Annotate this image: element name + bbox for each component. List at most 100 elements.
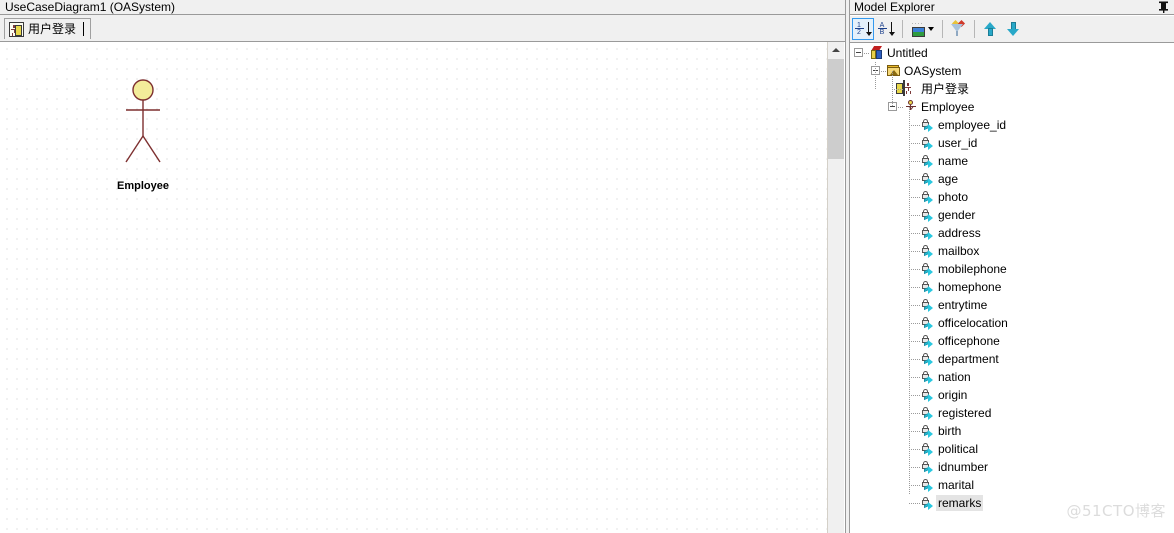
tree-node-icon bbox=[920, 189, 936, 205]
tree-node-label: nation bbox=[938, 370, 971, 384]
arrow-down-icon bbox=[1006, 21, 1020, 37]
tree-guide-line bbox=[909, 449, 920, 450]
chevron-down-icon[interactable] bbox=[927, 27, 934, 31]
tree-node-attribute[interactable]: birth bbox=[850, 422, 1174, 440]
tree-node-attribute[interactable]: photo bbox=[850, 188, 1174, 206]
tree-node-icon bbox=[920, 207, 936, 223]
toolbar-separator-2 bbox=[942, 20, 943, 38]
tree-node-attribute[interactable]: name bbox=[850, 152, 1174, 170]
tree-guide-line bbox=[909, 251, 920, 252]
tree-node-icon bbox=[920, 153, 936, 169]
actor-figure-icon bbox=[125, 79, 161, 163]
scrollbar-thumb[interactable] bbox=[828, 59, 844, 159]
tree-node-attribute[interactable]: department bbox=[850, 350, 1174, 368]
explorer-toolbar: 12 AB ···· bbox=[850, 16, 1174, 43]
tree-node-label: registered bbox=[938, 406, 992, 420]
tree-node-untitled[interactable]: Untitled bbox=[850, 44, 1174, 62]
usecase-icon bbox=[9, 21, 24, 37]
arrow-up-icon bbox=[983, 21, 997, 37]
tree-guide-line bbox=[909, 377, 920, 378]
tree-node-icon bbox=[920, 171, 936, 187]
view-options-button[interactable]: ···· bbox=[907, 18, 937, 40]
tree-expander[interactable] bbox=[854, 48, 863, 57]
tree-node-icon bbox=[920, 297, 936, 313]
tree-node-label: political bbox=[938, 442, 979, 456]
tree-node-label: officelocation bbox=[938, 316, 1008, 330]
sort-alphabetically-button[interactable]: AB bbox=[875, 18, 897, 40]
tree-guide-line bbox=[909, 179, 920, 180]
tree-guide-line bbox=[909, 197, 920, 198]
canvas-container: Employee bbox=[0, 41, 845, 533]
tree-guide-line bbox=[909, 161, 920, 162]
tree-node-label: address bbox=[938, 226, 981, 240]
tree-node-attribute[interactable]: employee_id bbox=[850, 116, 1174, 134]
tree-node-icon bbox=[920, 225, 936, 241]
actor-label: Employee bbox=[117, 180, 169, 192]
tree-node-attribute[interactable]: political bbox=[850, 440, 1174, 458]
model-tree[interactable]: Untitled OASystem 用户登录 Employee employee_id u… bbox=[850, 44, 1174, 533]
move-up-button[interactable] bbox=[979, 18, 1001, 40]
tree-node-icon bbox=[920, 351, 936, 367]
tree-node-attribute[interactable]: age bbox=[850, 170, 1174, 188]
tree-guide-line bbox=[909, 143, 920, 144]
tree-node-label: homephone bbox=[938, 280, 1002, 294]
tree-node-icon bbox=[920, 423, 936, 439]
diagram-editor-panel: UseCaseDiagram1 (OASystem) 用户登录 Employee bbox=[0, 0, 845, 533]
sort-by-order-button[interactable]: 12 bbox=[852, 18, 874, 40]
pin-icon[interactable] bbox=[1156, 1, 1170, 14]
tree-node-label: marital bbox=[938, 478, 975, 492]
tab-use-case-diagram[interactable]: 用户登录 bbox=[4, 18, 92, 39]
tree-node-attribute[interactable]: mailbox bbox=[850, 242, 1174, 260]
tree-guide-line bbox=[909, 287, 920, 288]
explorer-title: Model Explorer bbox=[854, 0, 935, 14]
filter-button[interactable] bbox=[947, 18, 969, 40]
tree-node-label: officephone bbox=[938, 334, 1000, 348]
tree-node-icon bbox=[920, 495, 936, 511]
tree-node-attribute[interactable]: homephone bbox=[850, 278, 1174, 296]
tree-node-icon bbox=[920, 405, 936, 421]
canvas-vertical-scrollbar[interactable] bbox=[827, 42, 844, 533]
usecase-icon bbox=[903, 80, 905, 96]
tree-node-label: mailbox bbox=[938, 244, 980, 258]
tree-node-attribute[interactable]: user_id bbox=[850, 134, 1174, 152]
editor-titlebar: UseCaseDiagram1 (OASystem) bbox=[0, 0, 845, 15]
tree-guide-line bbox=[909, 215, 920, 216]
move-down-button[interactable] bbox=[1002, 18, 1024, 40]
tree-node-label: entrytime bbox=[938, 298, 988, 312]
tree-guide-line bbox=[909, 503, 920, 504]
tree-node-attribute[interactable]: entrytime bbox=[850, 296, 1174, 314]
editor-title: UseCaseDiagram1 (OASystem) bbox=[5, 0, 176, 14]
tree-node-label: Untitled bbox=[887, 46, 928, 60]
tree-node-icon bbox=[920, 117, 936, 133]
tree-node-attribute[interactable]: nation bbox=[850, 368, 1174, 386]
tree-node-attribute[interactable]: officelocation bbox=[850, 314, 1174, 332]
tree-node-icon bbox=[920, 135, 936, 151]
actor-shape-employee[interactable]: Employee bbox=[112, 74, 174, 192]
sort-alpha-icon: AB bbox=[877, 21, 895, 37]
tree-node-label: origin bbox=[938, 388, 968, 402]
scroll-up-arrow-icon[interactable] bbox=[828, 42, 844, 58]
tree-guide-line bbox=[909, 413, 920, 414]
tree-node-attribute[interactable]: mobilephone bbox=[850, 260, 1174, 278]
tree-node-icon bbox=[920, 333, 936, 349]
tree-node-label: employee_id bbox=[938, 118, 1007, 132]
tree-node-oasystem[interactable]: OASystem bbox=[850, 62, 1174, 80]
tree-node-label: gender bbox=[938, 208, 976, 222]
tree-node-label: user_id bbox=[938, 136, 978, 150]
tree-node-attribute[interactable]: gender bbox=[850, 206, 1174, 224]
tree-node-label: Employee bbox=[921, 100, 975, 114]
tree-node-attribute[interactable]: registered bbox=[850, 404, 1174, 422]
application-window: UseCaseDiagram1 (OASystem) 用户登录 Employee… bbox=[0, 0, 1174, 533]
pin-glyph bbox=[1158, 1, 1168, 13]
tree-node-attribute[interactable]: marital bbox=[850, 476, 1174, 494]
tab-label: 用户登录 bbox=[28, 22, 77, 36]
tree-node-icon bbox=[869, 45, 885, 61]
tree-node-attribute[interactable]: address bbox=[850, 224, 1174, 242]
tree-guide-line bbox=[875, 62, 876, 89]
tree-node-attribute[interactable]: origin bbox=[850, 386, 1174, 404]
tree-node-attribute[interactable]: idnumber bbox=[850, 458, 1174, 476]
model-explorer-panel: Model Explorer 12 AB ···· Untitled OASys… bbox=[850, 0, 1174, 533]
tree-node-icon bbox=[920, 441, 936, 457]
diagram-canvas[interactable]: Employee bbox=[0, 42, 827, 533]
tree-node-attribute[interactable]: officephone bbox=[850, 332, 1174, 350]
